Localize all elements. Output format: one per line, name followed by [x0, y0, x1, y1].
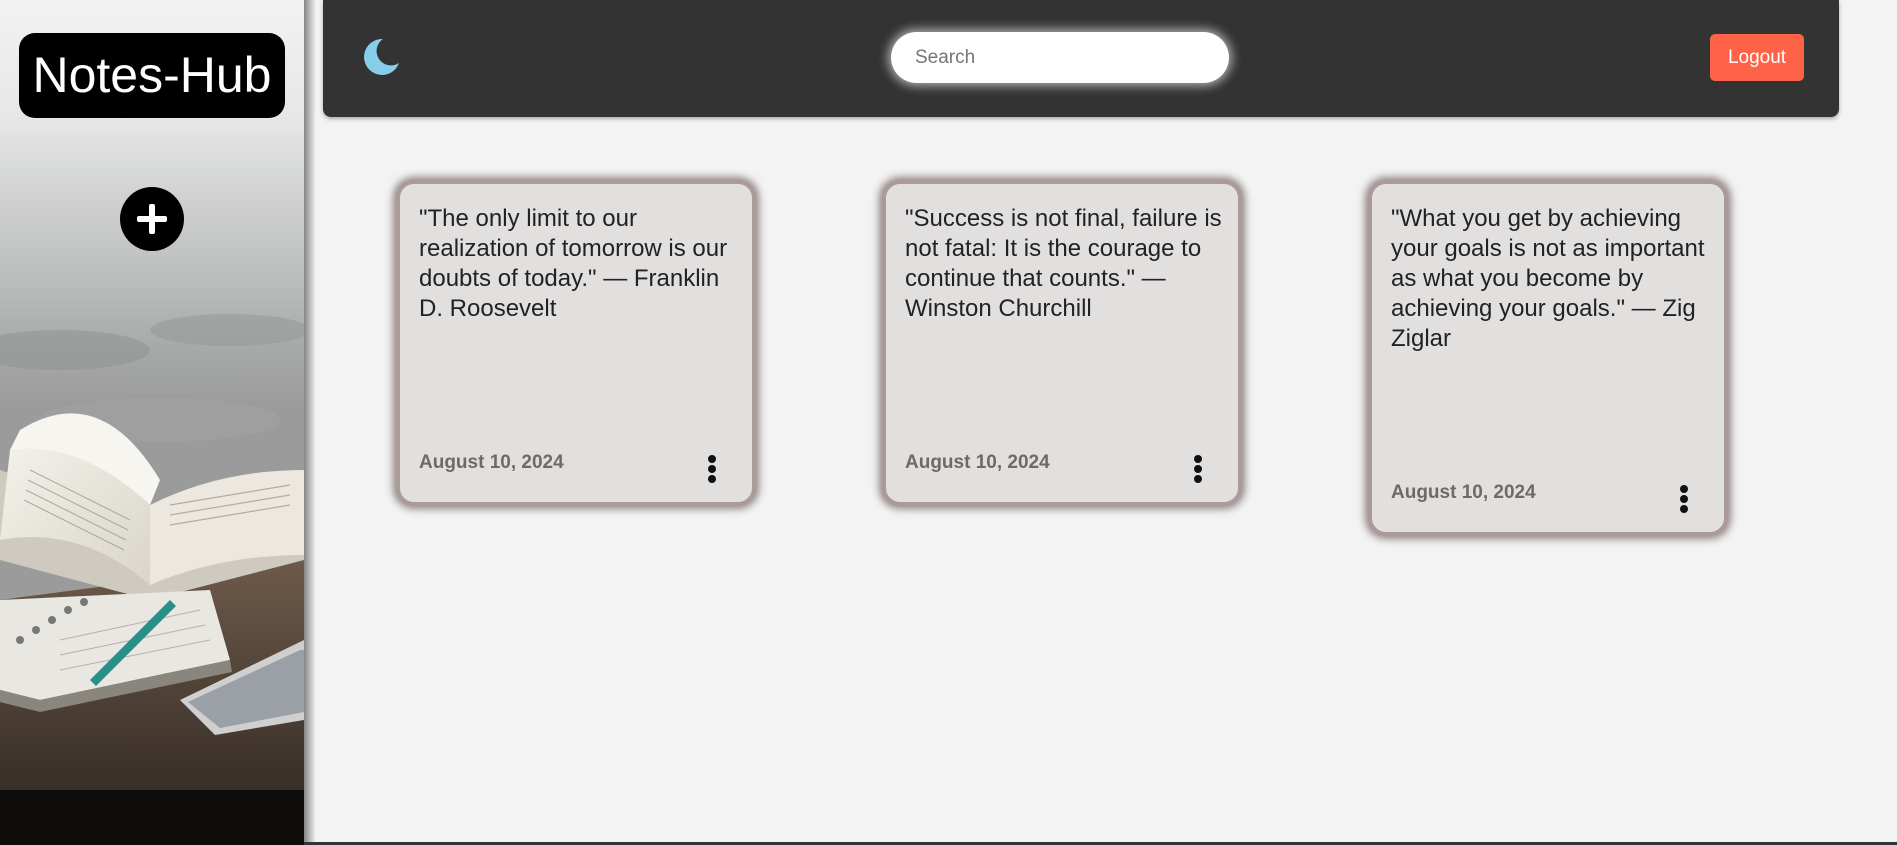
note-text: "What you get by achieving your goals is… [1391, 205, 1705, 352]
top-bar: Logout [323, 0, 1839, 117]
more-vertical-icon[interactable] [1188, 454, 1208, 484]
sidebar-divider [304, 0, 316, 845]
search-input[interactable] [891, 32, 1229, 83]
logout-button[interactable]: Logout [1710, 34, 1804, 81]
note-text: "Success is not final, failure is not fa… [905, 205, 1222, 322]
note-card[interactable]: "The only limit to our realization of to… [396, 180, 756, 506]
note-date: August 10, 2024 [419, 452, 564, 473]
app-logo: Notes-Hub [19, 33, 285, 118]
sidebar-background-photo [0, 314, 304, 845]
more-vertical-icon[interactable] [1674, 484, 1694, 514]
sidebar: Notes-Hub [0, 0, 304, 845]
more-vertical-icon[interactable] [702, 454, 722, 484]
add-note-button[interactable] [120, 187, 184, 251]
note-date: August 10, 2024 [905, 452, 1050, 473]
note-text: "The only limit to our realization of to… [419, 205, 728, 322]
moon-icon[interactable] [360, 36, 402, 78]
note-card[interactable]: "Success is not final, failure is not fa… [882, 180, 1242, 506]
note-date: August 10, 2024 [1391, 482, 1536, 503]
note-card[interactable]: "What you get by achieving your goals is… [1368, 180, 1728, 536]
